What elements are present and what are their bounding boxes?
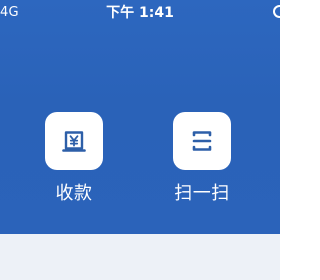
- scan-button[interactable]: 扫一扫: [162, 112, 242, 205]
- yuan-receipt-icon: [45, 112, 103, 170]
- scan-label: 扫一扫: [174, 183, 230, 204]
- receive-payment-button[interactable]: 收款: [34, 112, 114, 205]
- status-time: 下午 1:41: [106, 5, 174, 21]
- content-panel-top: [0, 234, 280, 280]
- status-bar: 4G 下午 1:41: [0, 0, 280, 28]
- status-ring-icon: [273, 5, 280, 18]
- receive-payment-label: 收款: [55, 183, 93, 204]
- mobile-app-screen: 4G 下午 1:41 收款 扫一扫: [0, 0, 280, 280]
- scan-icon: [173, 112, 231, 170]
- payment-actions-header: 4G 下午 1:41 收款 扫一扫: [0, 0, 280, 234]
